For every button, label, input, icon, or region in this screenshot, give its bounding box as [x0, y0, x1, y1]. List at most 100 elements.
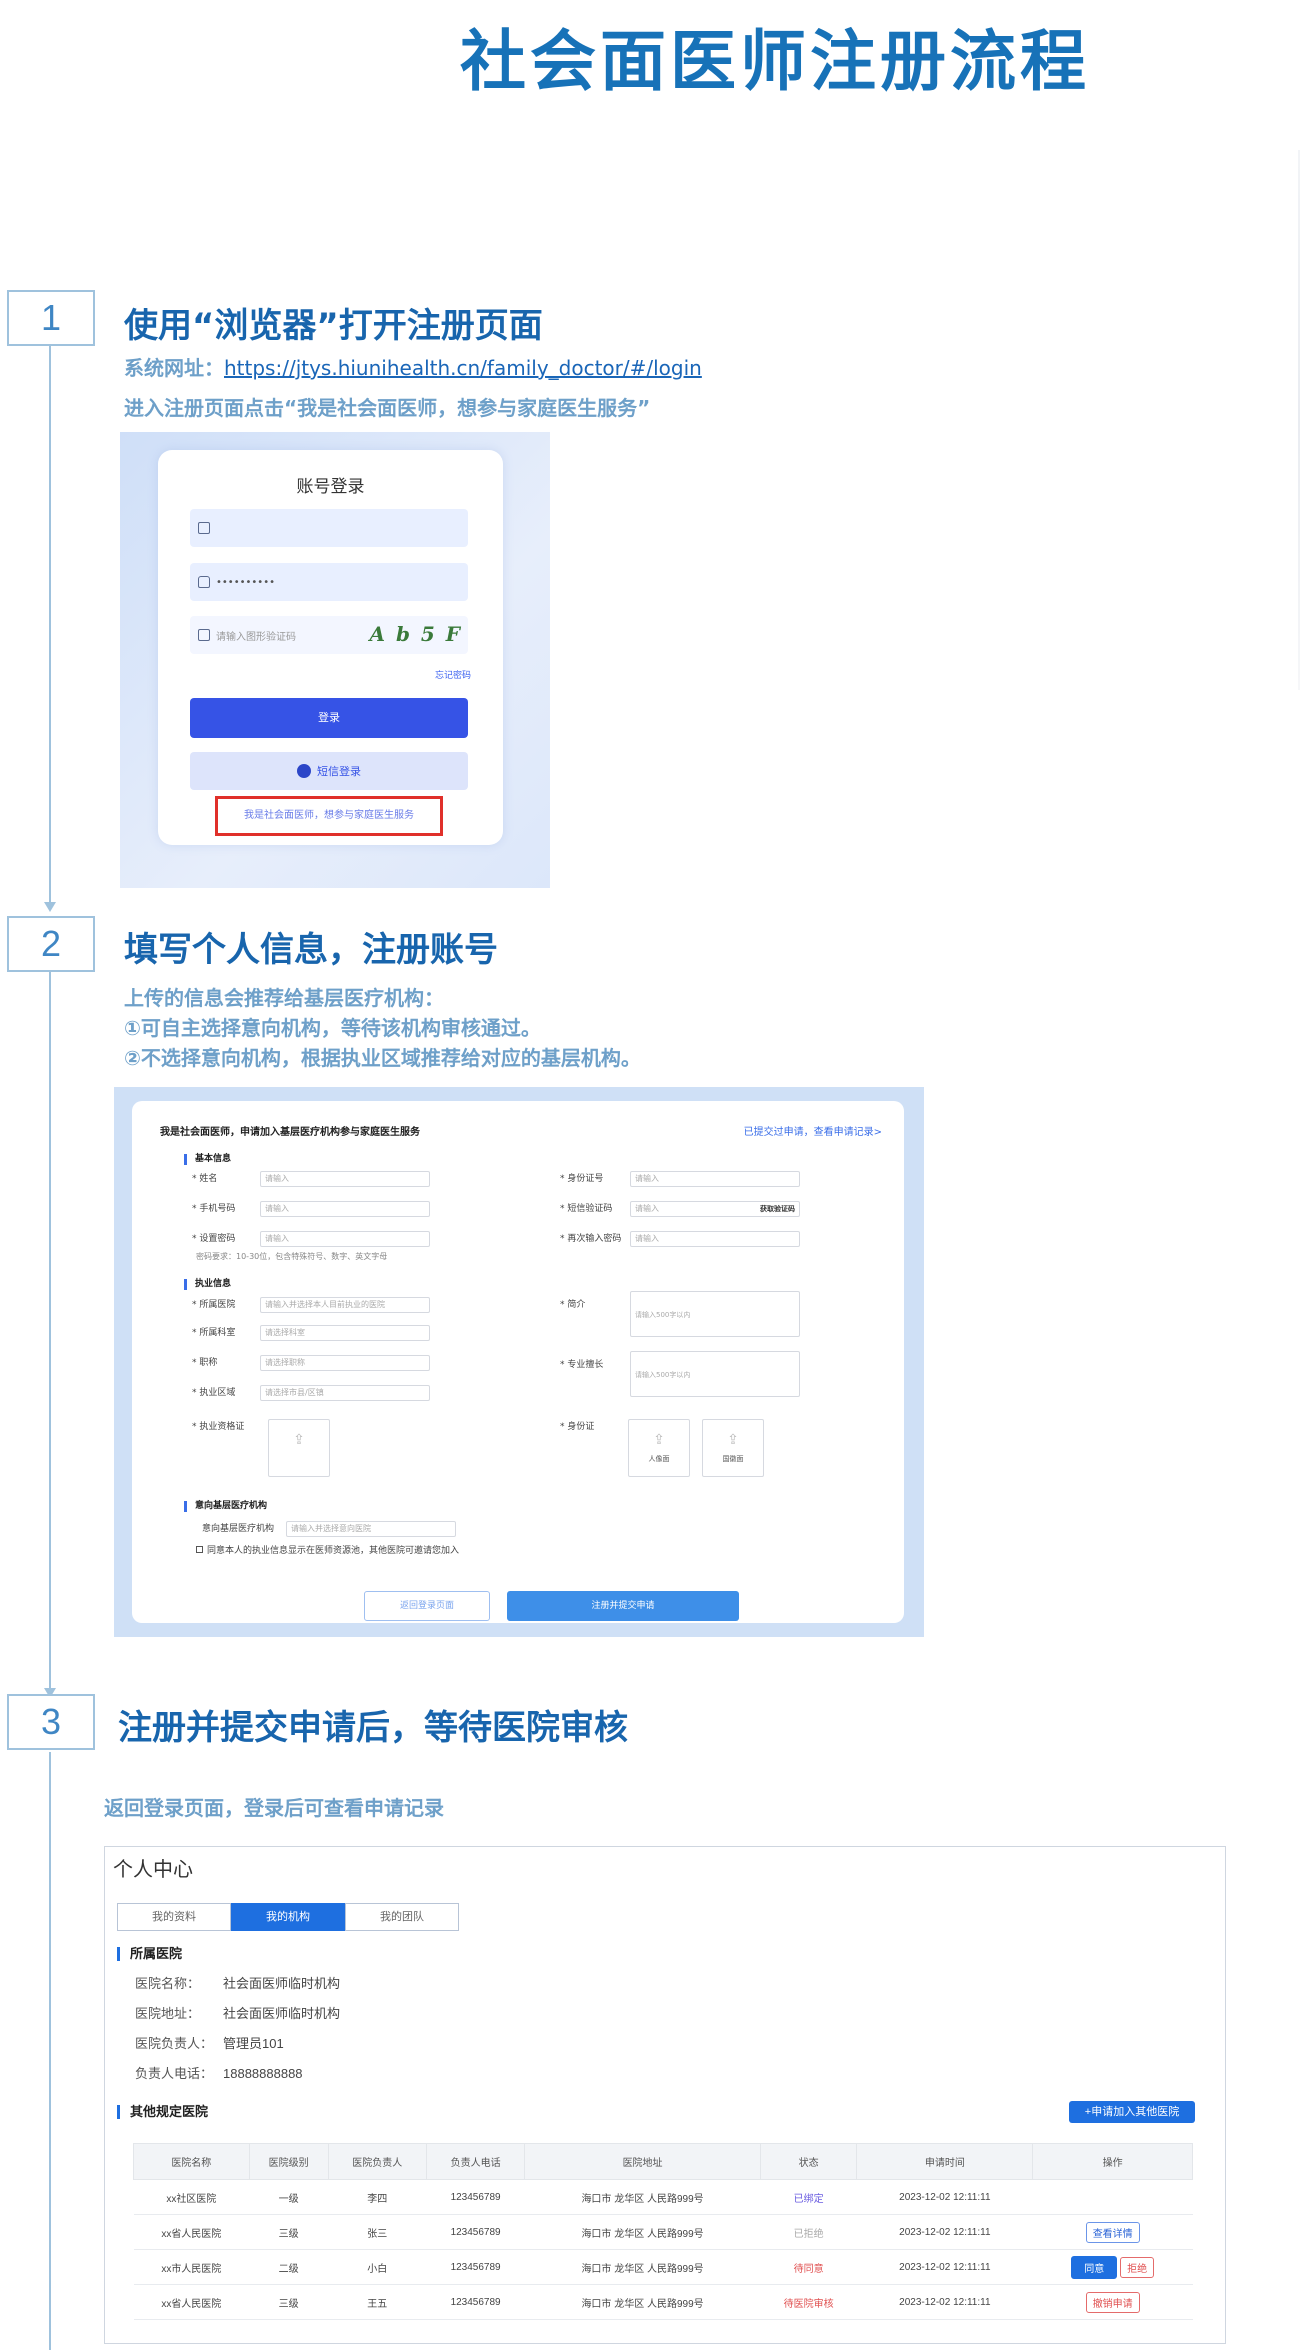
cell-name: xx社区医院 [133, 2179, 250, 2215]
intro-textarea[interactable]: 请输入500字以内 [630, 1291, 800, 1337]
view-detail-button[interactable]: 查看详情 [1085, 2221, 1140, 2243]
forgot-password-link[interactable]: 忘记密码 [435, 668, 471, 681]
info-value: 社会面医师临时机构 [223, 2006, 341, 2021]
register-form: 我是社会面医师，申请加入基层医疗机构参与家庭医生服务 已提交过申请，查看申请记录… [132, 1101, 904, 1623]
step-number-3: 3 [7, 1694, 95, 1750]
cell-owner: 张三 [328, 2214, 427, 2250]
withdraw-button[interactable]: 撤销申请 [1085, 2291, 1140, 2313]
get-code-button[interactable]: 获取验证码 [760, 1202, 795, 1216]
info-value: 社会面医师临时机构 [223, 1976, 341, 1991]
hospital-select[interactable]: 请输入并选择本人目前执业的医院 [260, 1297, 430, 1313]
intent-select[interactable]: 请输入并选择意向医院 [286, 1521, 456, 1537]
table-row: xx市人民医院 二级 小白 123456789 海口市 龙华区 人民路999号 … [133, 2249, 1193, 2285]
cell-status: 已拒绝 [760, 2214, 857, 2250]
phone-input[interactable]: 请输入 [260, 1201, 430, 1217]
captcha-placeholder: 请输入图形验证码 [216, 631, 296, 643]
cell-level: 二级 [249, 2249, 329, 2285]
tab-my-profile[interactable]: 我的资料 [117, 1903, 231, 1931]
re-pwd-input[interactable]: 请输入 [630, 1231, 800, 1247]
history-link[interactable]: 已提交过申请，查看申请记录> [744, 1123, 882, 1138]
step-2-line-1: 上传的信息会推荐给基层医疗机构： [124, 986, 444, 1010]
name-input[interactable]: 请输入 [260, 1171, 430, 1187]
cell-name: xx省人民医院 [133, 2214, 250, 2250]
cell-ops: 查看详情 [1032, 2214, 1193, 2250]
info-hospital-name: 医院名称： 社会面医师临时机构 [135, 1973, 340, 1992]
info-key: 医院地址： [135, 2006, 201, 2021]
tab-my-institution[interactable]: 我的机构 [231, 1903, 345, 1931]
hospital-table: 医院名称 医院级别 医院负责人 负责人电话 医院地址 状态 申请时间 操作 xx… [133, 2143, 1193, 2320]
col-name: 医院名称 [133, 2143, 250, 2180]
set-pwd-input[interactable]: 请输入 [260, 1231, 430, 1247]
info-hospital-owner: 医院负责人： 管理员101 [135, 2033, 284, 2052]
table-row: xx省人民医院 三级 张三 123456789 海口市 龙华区 人民路999号 … [133, 2214, 1193, 2250]
cell-address: 海口市 龙华区 人民路999号 [524, 2214, 761, 2250]
col-ops: 操作 [1032, 2143, 1193, 2180]
step-number-1: 1 [7, 290, 95, 346]
back-login-button[interactable]: 返回登录页面 [364, 1591, 490, 1621]
cell-phone: 123456789 [426, 2214, 525, 2250]
cell-ops: 同意 拒绝 [1032, 2249, 1193, 2285]
info-key: 医院负责人： [135, 2036, 214, 2051]
form-header: 我是社会面医师，申请加入基层医疗机构参与家庭医生服务 [160, 1127, 420, 1138]
info-key: 负责人电话： [135, 2066, 214, 2081]
set-pwd-label: * 设置密码 [192, 1234, 236, 1244]
checkbox-icon[interactable] [196, 1546, 203, 1553]
cell-level: 三级 [249, 2214, 329, 2250]
cell-phone: 123456789 [426, 2284, 525, 2320]
info-key: 医院名称： [135, 1976, 201, 1991]
id-label: * 身份证号 [560, 1174, 604, 1184]
apply-join-button[interactable]: +申请加入其他医院 [1069, 2101, 1195, 2123]
sms-code-input[interactable]: 请输入 获取验证码 [630, 1201, 800, 1217]
license-upload[interactable] [268, 1419, 330, 1477]
cell-phone: 123456789 [426, 2179, 525, 2215]
section-basic: 基本信息 [184, 1154, 231, 1165]
cell-status: 已绑定 [760, 2179, 857, 2215]
cell-time: 2023-12-02 12:11:11 [856, 2214, 1033, 2250]
cell-ops: 撤销申请 [1032, 2284, 1193, 2320]
dept-label: * 所属科室 [192, 1328, 236, 1338]
name-label: * 姓名 [192, 1174, 218, 1184]
submit-register-button[interactable]: 注册并提交申请 [507, 1591, 739, 1621]
image-icon [198, 629, 210, 641]
flow-line-2 [49, 972, 51, 1688]
cell-address: 海口市 龙华区 人民路999号 [524, 2179, 761, 2215]
cell-name: xx省人民医院 [133, 2284, 250, 2320]
personal-center-screenshot: 个人中心 我的资料 我的机构 我的团队 所属医院 医院名称： 社会面医师临时机构 … [104, 1846, 1226, 2344]
area-select[interactable]: 请选择市县/区镇 [260, 1385, 430, 1401]
col-phone: 负责人电话 [425, 2143, 526, 2180]
sms-code-label: * 短信验证码 [560, 1204, 613, 1214]
step-2-line-3: ②不选择意向机构，根据执业区域推荐给对应的基层机构。 [124, 1046, 641, 1070]
info-hospital-address: 医院地址： 社会面医师临时机构 [135, 2003, 340, 2022]
title-select[interactable]: 请选择职称 [260, 1355, 430, 1371]
id-input[interactable]: 请输入 [630, 1171, 800, 1187]
id-front-upload[interactable]: 人像面 [628, 1419, 690, 1477]
password-hint: 密码要求：10-30位，包含特殊符号、数字、英文字母 [196, 1252, 388, 1261]
password-field[interactable]: •••••••••• [190, 563, 468, 601]
reject-button[interactable]: 拒绝 [1120, 2256, 1155, 2278]
login-button[interactable]: 登录 [190, 698, 468, 738]
cell-owner: 李四 [328, 2179, 427, 2215]
lock-icon [198, 576, 210, 588]
cell-name: xx市人民医院 [133, 2249, 250, 2285]
info-owner-phone: 负责人电话： 18888888888 [135, 2063, 303, 2082]
specialty-textarea[interactable]: 请输入500字以内 [630, 1351, 800, 1397]
id-back-upload[interactable]: 国徽面 [702, 1419, 764, 1477]
login-screenshot: 账号登录 •••••••••• 请输入图形验证码 A b 5 F 忘记密码 登录… [120, 432, 550, 888]
password-mask: •••••••••• [216, 576, 275, 588]
sms-login-button[interactable]: 短信登录 [190, 752, 468, 790]
dept-select[interactable]: 请选择科室 [260, 1325, 430, 1341]
social-doctor-link[interactable]: 我是社会面医师，想参与家庭医生服务 [215, 796, 443, 836]
tab-my-team[interactable]: 我的团队 [345, 1903, 459, 1931]
table-header-row: 医院名称 医院级别 医院负责人 负责人电话 医院地址 状态 申请时间 操作 [133, 2143, 1193, 2180]
system-url-link[interactable]: https://jtys.hiunihealth.cn/family_docto… [224, 356, 702, 380]
captcha-image[interactable]: A b 5 F [369, 622, 462, 646]
agree-button[interactable]: 同意 [1071, 2255, 1118, 2279]
agree-checkbox-row[interactable]: 同意本人的执业信息显示在医师资源池，其他医院可邀请您加入 [196, 1543, 459, 1556]
flow-arrow-1 [44, 902, 56, 912]
table-row: xx社区医院 一级 李四 123456789 海口市 龙华区 人民路999号 已… [133, 2179, 1193, 2215]
sms-login-label: 短信登录 [317, 765, 361, 778]
captcha-field[interactable]: 请输入图形验证码 A b 5 F [190, 616, 468, 654]
agree-text: 同意本人的执业信息显示在医师资源池，其他医院可邀请您加入 [207, 1546, 460, 1556]
account-field[interactable] [190, 509, 468, 547]
cell-level: 三级 [249, 2284, 329, 2320]
